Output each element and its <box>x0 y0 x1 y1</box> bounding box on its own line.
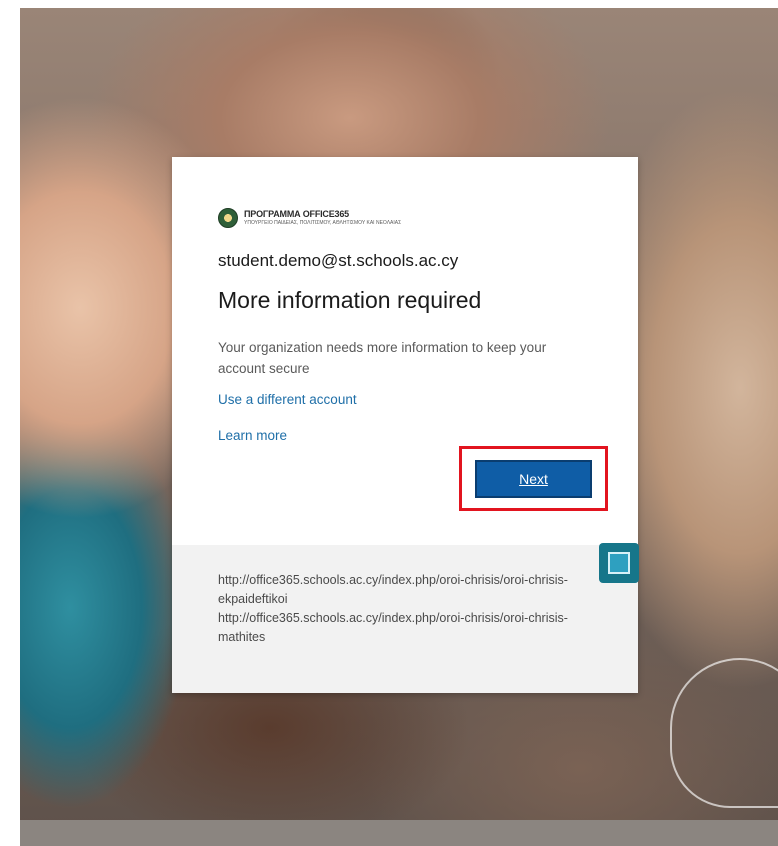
organization-logo: ΠΡΟΓΡΑΜΜΑ OFFICE365 ΥΠΟΥΡΓΕΙΟ ΠΑΙΔΕΙΑΣ, … <box>218 205 401 231</box>
logo-title: ΠΡΟΓΡΑΜΜΑ OFFICE365 <box>244 209 349 219</box>
account-email: student.demo@st.schools.ac.cy <box>218 251 459 270</box>
terms-links-text: http://office365.schools.ac.cy/index.php… <box>218 573 568 644</box>
page-title: More information required <box>218 287 482 313</box>
next-button[interactable]: Next <box>475 460 592 498</box>
use-different-account-link[interactable]: Use a different account <box>218 392 357 407</box>
bottom-strip <box>20 820 778 846</box>
description-text: Your organization needs more information… <box>218 340 547 376</box>
seal-icon <box>218 208 238 228</box>
terms-footer: http://office365.schools.ac.cy/index.php… <box>172 545 638 693</box>
logo-subtitle: ΥΠΟΥΡΓΕΙΟ ΠΑΙΔΕΙΑΣ, ΠΟΛΙΤΙΣΜΟΥ, ΑΘΛΗΤΙΣΜ… <box>244 220 402 226</box>
cursor-marker <box>599 543 639 583</box>
learn-more-link[interactable]: Learn more <box>218 428 287 443</box>
logo-text: ΠΡΟΓΡΑΜΜΑ OFFICE365 ΥΠΟΥΡΓΕΙΟ ΠΑΙΔΕΙΑΣ, … <box>244 210 401 226</box>
marker-square-icon <box>608 552 630 574</box>
sign-in-card: ΠΡΟΓΡΑΜΜΑ OFFICE365 ΥΠΟΥΡΓΕΙΟ ΠΑΙΔΕΙΑΣ, … <box>172 157 638 693</box>
